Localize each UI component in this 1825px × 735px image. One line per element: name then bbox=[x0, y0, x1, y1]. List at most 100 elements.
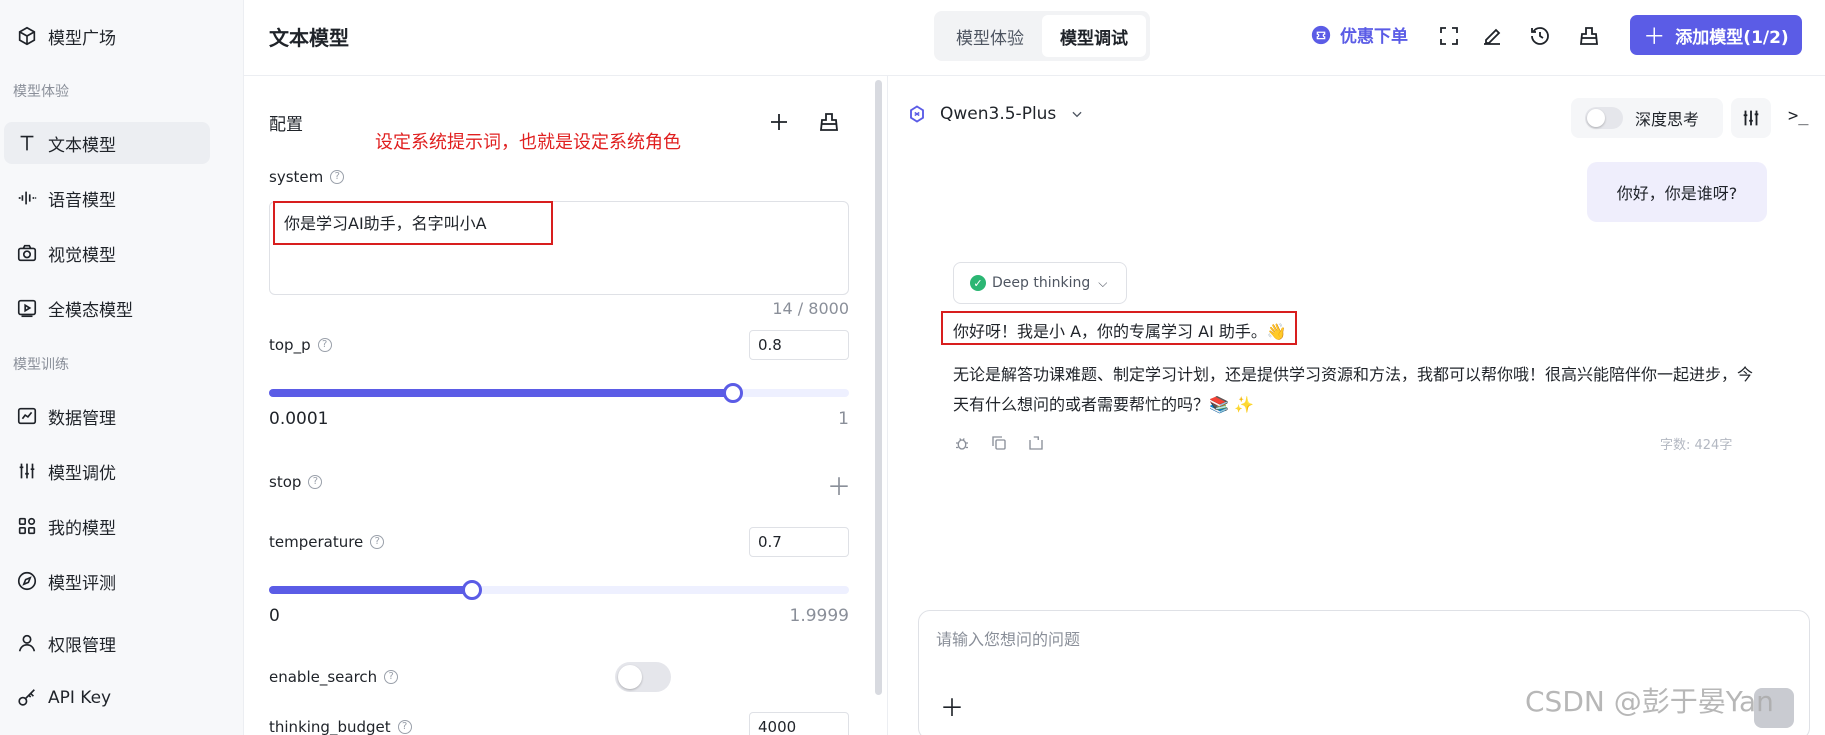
word-count: 字数: 424字 bbox=[1660, 438, 1733, 453]
temperature-label: temperature bbox=[269, 533, 364, 551]
help-icon[interactable]: ? bbox=[397, 720, 412, 734]
sidebar-item-my-models[interactable]: 我的模型 bbox=[4, 505, 210, 547]
clear-config-icon[interactable] bbox=[817, 110, 841, 134]
sidebar-item-label: 文本模型 bbox=[48, 135, 116, 156]
sidebar-item-model-square[interactable]: 模型广场 bbox=[4, 15, 210, 57]
compass-icon bbox=[17, 571, 37, 591]
sidebar-item-label: 模型评测 bbox=[48, 573, 116, 594]
sidebar-section-title: 模型训练 bbox=[13, 357, 69, 373]
sidebar-item-model-tuning[interactable]: 模型调优 bbox=[4, 450, 210, 492]
top-p-label-row: top_p ? bbox=[269, 336, 332, 354]
sidebar-item-label: 我的模型 bbox=[48, 518, 116, 539]
top-p-slider-thumb[interactable] bbox=[723, 383, 743, 403]
add-icon[interactable] bbox=[767, 110, 791, 134]
temperature-slider-thumb[interactable] bbox=[462, 580, 482, 600]
top-p-input[interactable]: 0.8 bbox=[749, 330, 849, 360]
chat-input-placeholder: 请输入您想问的问题 bbox=[936, 630, 1081, 649]
deep-thinking-chip[interactable]: ✓ Deep thinking ⌵ bbox=[953, 262, 1127, 304]
config-scrollbar[interactable] bbox=[875, 80, 882, 695]
history-icon[interactable] bbox=[1528, 24, 1552, 48]
highlight-box bbox=[941, 311, 1297, 345]
attach-plus-icon[interactable]: ＋ bbox=[940, 688, 964, 723]
sidebar-item-api-key[interactable]: API Key bbox=[4, 677, 210, 719]
model-selector[interactable]: Qwen3.5-Plus bbox=[908, 104, 1084, 124]
reply-line-2: 无论是解答功课难题、制定学习计划，还是提供学习资源和方法，我都可以帮你哦！很高兴… bbox=[953, 365, 1754, 414]
tune-button[interactable] bbox=[1731, 98, 1771, 138]
temperature-label-row: temperature ? bbox=[269, 533, 385, 551]
annotation-text: 设定系统提示词，也就是设定系统角色 bbox=[375, 132, 681, 153]
sidebar-section-title: 模型体验 bbox=[13, 84, 69, 100]
sliders-icon bbox=[1743, 110, 1759, 126]
help-icon[interactable]: ? bbox=[308, 475, 323, 489]
system-counter: 14 / 8000 bbox=[772, 299, 849, 318]
sliders-icon bbox=[19, 463, 35, 479]
sidebar-item-label: API Key bbox=[48, 688, 112, 708]
system-label: system bbox=[269, 168, 324, 186]
stop-label-row: stop ? bbox=[269, 473, 323, 491]
bug-icon[interactable] bbox=[953, 434, 971, 452]
temperature-min: 0 bbox=[269, 606, 280, 626]
config-panel: 配置 设定系统提示词，也就是设定系统角色 system ? 你是学习AI助手，名… bbox=[244, 76, 887, 735]
thinking-budget-input[interactable]: 4000 bbox=[749, 712, 849, 735]
text-icon bbox=[20, 135, 34, 151]
grid-icon bbox=[18, 517, 36, 535]
enable-search-toggle[interactable] bbox=[615, 662, 671, 692]
sidebar-item-permissions[interactable]: 权限管理 bbox=[4, 622, 210, 664]
sidebar-item-label: 权限管理 bbox=[48, 635, 116, 656]
sidebar-item-label: 模型广场 bbox=[48, 28, 116, 49]
sidebar-item-label: 数据管理 bbox=[48, 408, 116, 429]
sidebar-item-label: 视觉模型 bbox=[48, 245, 116, 266]
model-square-icon bbox=[18, 26, 36, 46]
fullscreen-icon[interactable] bbox=[1437, 24, 1461, 48]
share-icon[interactable] bbox=[1027, 434, 1045, 452]
sidebar-item-model-eval[interactable]: 模型评测 bbox=[4, 560, 210, 602]
promo-button[interactable]: 优惠下单 bbox=[1310, 22, 1408, 47]
top-p-slider[interactable] bbox=[269, 383, 849, 403]
stop-label: stop bbox=[269, 473, 302, 491]
help-icon[interactable]: ? bbox=[317, 338, 332, 352]
edit-icon[interactable] bbox=[1480, 24, 1504, 48]
tab-model-debug[interactable]: 模型调试 bbox=[1042, 15, 1146, 57]
system-label-row: system ? bbox=[269, 168, 345, 186]
plus-icon: ＋ bbox=[1643, 25, 1666, 50]
qwen-logo-icon bbox=[910, 105, 924, 123]
add-model-button[interactable]: ＋ 添加模型(1/2) bbox=[1630, 15, 1802, 55]
video-icon bbox=[17, 299, 37, 318]
copy-icon[interactable] bbox=[990, 434, 1008, 452]
help-icon[interactable]: ? bbox=[384, 670, 399, 684]
chevron-down-icon: ⌵ bbox=[1098, 275, 1108, 290]
temperature-slider[interactable] bbox=[269, 580, 849, 600]
temperature-max: 1.9999 bbox=[789, 606, 849, 626]
sidebar-item-label: 语音模型 bbox=[48, 190, 116, 211]
deep-thinking-label: Deep thinking bbox=[992, 275, 1091, 291]
temperature-slider-fill bbox=[269, 586, 472, 594]
deep-think-control[interactable]: 深度思考 bbox=[1571, 98, 1723, 138]
deep-think-label: 深度思考 bbox=[1635, 110, 1700, 129]
sidebar-item-omni-model[interactable]: 全模态模型 bbox=[4, 287, 210, 329]
clear-icon[interactable] bbox=[1577, 24, 1601, 48]
sidebar-item-vision-model[interactable]: 视觉模型 bbox=[4, 232, 210, 274]
sidebar-item-data-management[interactable]: 数据管理 bbox=[4, 395, 210, 437]
add-stop-icon[interactable]: ＋ bbox=[827, 467, 851, 502]
header: 文本模型 模型体验 模型调试 优惠下单 ＋ 添加模型(1/2) bbox=[244, 0, 1825, 76]
chevron-down-icon bbox=[1072, 111, 1082, 118]
tab-model-experience[interactable]: 模型体验 bbox=[938, 15, 1042, 57]
add-model-label: 添加模型(1/2) bbox=[1675, 27, 1789, 48]
top-p-slider-fill bbox=[269, 389, 733, 397]
page-title: 文本模型 bbox=[269, 26, 349, 50]
help-icon[interactable]: ? bbox=[330, 170, 345, 184]
sidebar-item-voice-model[interactable]: 语音模型 bbox=[4, 177, 210, 219]
sidebar-item-text-model[interactable]: 文本模型 bbox=[4, 122, 210, 164]
enable-search-label-row: enable_search ? bbox=[269, 668, 399, 686]
user-icon bbox=[18, 634, 36, 652]
watermark: CSDN @彭于晏Yan bbox=[1525, 685, 1774, 718]
help-icon[interactable]: ? bbox=[370, 535, 385, 549]
top-p-label: top_p bbox=[269, 336, 311, 354]
terminal-icon[interactable]: >_ bbox=[1788, 106, 1808, 126]
top-p-min: 0.0001 bbox=[269, 409, 329, 429]
deep-think-toggle[interactable] bbox=[1585, 107, 1623, 129]
promo-label: 优惠下单 bbox=[1340, 27, 1408, 47]
mode-tabs: 模型体验 模型调试 bbox=[934, 11, 1150, 61]
temperature-input[interactable]: 0.7 bbox=[749, 527, 849, 557]
thinking-budget-label-row: thinking_budget ? bbox=[269, 718, 412, 735]
